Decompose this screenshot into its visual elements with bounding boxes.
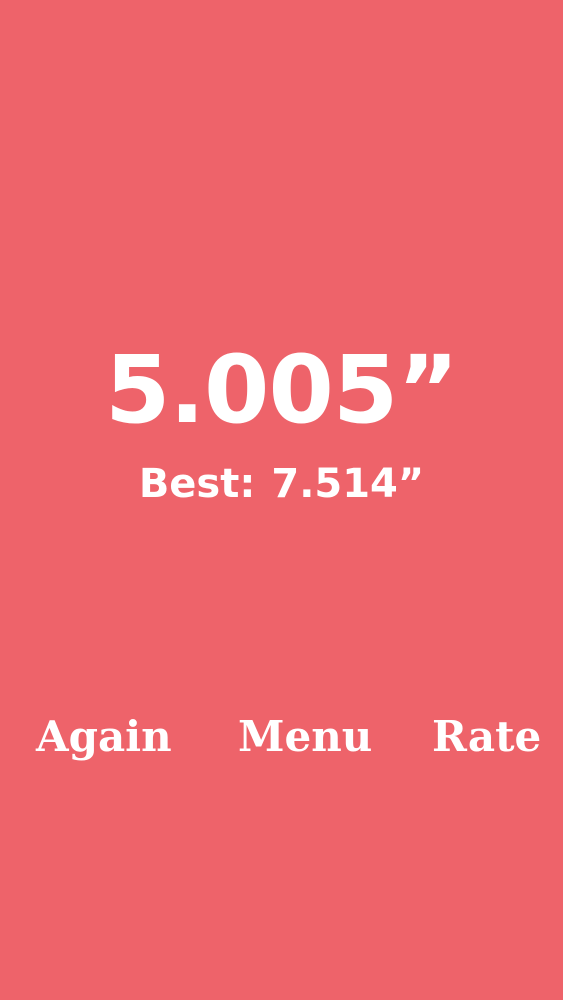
game-over-actions: Again Menu Rate <box>0 705 563 769</box>
game-over-screen: 5.005” Best: 7.514” Again Menu Rate <box>0 0 563 1000</box>
again-button[interactable]: Again <box>36 705 172 769</box>
best-score-label: Best: <box>138 461 256 507</box>
rate-button[interactable]: Rate <box>432 705 541 769</box>
best-score: Best: 7.514” <box>0 456 563 512</box>
current-score: 5.005” <box>104 336 459 445</box>
best-score-value: 7.514” <box>271 461 425 507</box>
menu-button[interactable]: Menu <box>238 705 372 769</box>
